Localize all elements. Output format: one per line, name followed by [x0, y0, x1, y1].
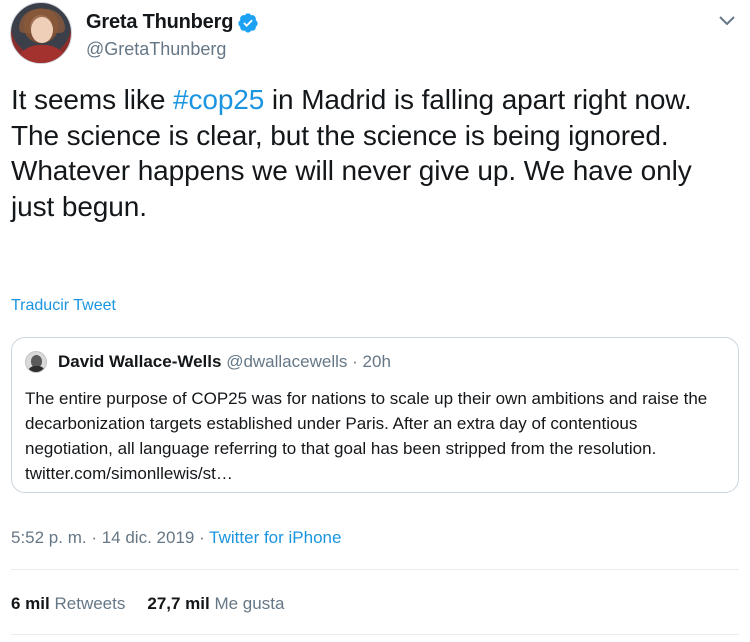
retweets-stat[interactable]: 6 mil Retweets [11, 594, 125, 614]
hashtag-link[interactable]: #cop25 [173, 84, 264, 115]
quoted-time[interactable]: 20h [363, 352, 391, 371]
tweet-paragraph-2: Whatever happens we will never give up. … [11, 155, 692, 222]
quoted-tweet-header: David Wallace-Wells @dwallacewells · 20h [58, 352, 391, 372]
translate-tweet-link[interactable]: Traducir Tweet [11, 297, 116, 315]
likes-label: Me gusta [214, 594, 285, 613]
verified-badge-icon [238, 12, 258, 33]
tweet-paragraph-1: It seems like #cop25 in Madrid is fallin… [11, 82, 741, 153]
likes-count: 27,7 mil [147, 594, 210, 613]
tweet-text-part: It seems like [11, 84, 173, 115]
tweet-date[interactable]: 14 dic. 2019 [102, 528, 195, 547]
quoted-author-avatar[interactable] [25, 351, 47, 373]
tweet-header: Greta Thunberg @GretaThunberg [10, 2, 740, 68]
author-avatar[interactable] [10, 2, 72, 64]
avatar-coat [15, 45, 69, 63]
tweet-stats: 6 mil Retweets 27,7 mil Me gusta [11, 594, 306, 614]
author-handle[interactable]: @GretaThunberg [86, 39, 226, 60]
divider [11, 569, 739, 570]
author-name-row: Greta Thunberg [86, 11, 259, 34]
quoted-tweet-text: The entire purpose of COP25 was for nati… [25, 389, 708, 483]
likes-stat[interactable]: 27,7 mil Me gusta [147, 594, 284, 614]
quoted-author-name[interactable]: David Wallace-Wells [58, 352, 221, 371]
retweets-count: 6 mil [11, 594, 50, 613]
tweet-timestamp: 5:52 p. m. · 14 dic. 2019 · Twitter for … [11, 528, 341, 548]
divider [11, 634, 739, 635]
quoted-avatar-body [27, 366, 46, 372]
timestamp-separator: · [86, 528, 102, 547]
quoted-author-handle[interactable]: @dwallacewells [226, 352, 347, 371]
tweet-text: It seems like #cop25 in Madrid is fallin… [11, 82, 741, 224]
quoted-tweet[interactable]: David Wallace-Wells @dwallacewells · 20h… [11, 337, 739, 493]
tweet-source-link[interactable]: Twitter for iPhone [209, 528, 341, 547]
tweet-card: Greta Thunberg @GretaThunberg It seems l… [0, 0, 750, 642]
author-display-name[interactable]: Greta Thunberg [86, 11, 233, 34]
retweets-label: Retweets [54, 594, 126, 613]
chevron-down-icon[interactable] [718, 14, 736, 28]
avatar-face [31, 17, 53, 43]
quoted-separator: · [352, 352, 358, 371]
tweet-time[interactable]: 5:52 p. m. [11, 528, 87, 547]
timestamp-separator: · [194, 528, 210, 547]
